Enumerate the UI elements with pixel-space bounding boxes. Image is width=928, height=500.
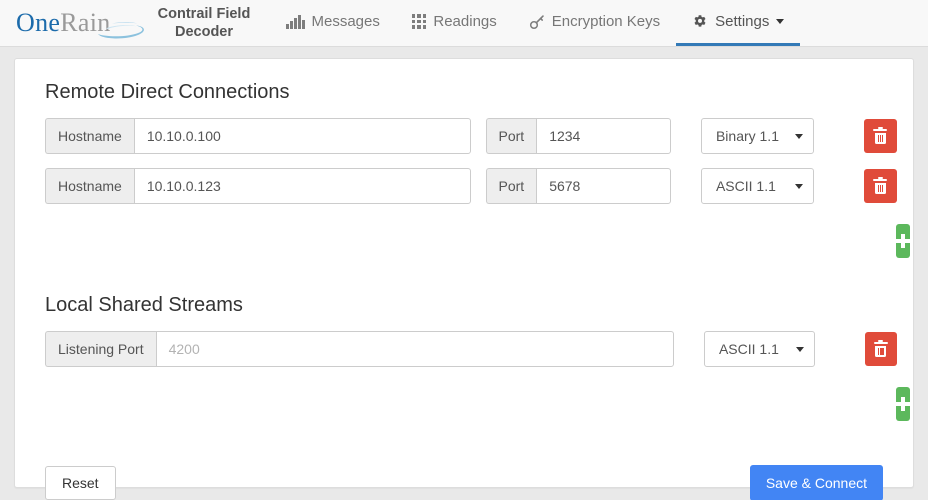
nav-item-messages[interactable]: Messages (270, 0, 396, 46)
brand-logo-one: One (16, 8, 60, 37)
remote-connection-row: Hostname 10.10.0.123 Port 5678 ASCII 1.1 (31, 168, 897, 204)
listening-port-input[interactable]: 4200 (156, 331, 674, 367)
add-local-stream-row (31, 387, 897, 421)
trash-icon (873, 179, 887, 194)
grid-icon (412, 14, 427, 29)
nav-item-readings[interactable]: Readings (396, 0, 513, 46)
bar-chart-icon (286, 15, 305, 29)
nav-item-encryption-keys-label: Encryption Keys (552, 13, 660, 30)
format-select-value: Binary 1.1 (716, 128, 779, 144)
hostname-input-group: Hostname 10.10.0.100 (45, 118, 471, 154)
save-connect-button[interactable]: Save & Connect (750, 465, 883, 500)
port-input-group: Port 5678 (486, 168, 671, 204)
trash-icon (873, 129, 887, 144)
hostname-label: Hostname (45, 168, 134, 204)
port-input-group: Port 1234 (486, 118, 671, 154)
settings-card: Remote Direct Connections Hostname 10.10… (14, 58, 914, 488)
add-connection-button[interactable] (896, 224, 910, 258)
nav-item-settings-label: Settings (715, 13, 769, 30)
listening-port-input-group: Listening Port 4200 (45, 331, 674, 367)
format-select-value: ASCII 1.1 (719, 341, 779, 357)
port-input[interactable]: 5678 (536, 168, 671, 204)
hostname-input-group: Hostname 10.10.0.123 (45, 168, 471, 204)
trash-icon (874, 342, 888, 357)
port-label: Port (486, 168, 537, 204)
add-remote-connection-row (31, 224, 897, 258)
local-section-title: Local Shared Streams (45, 294, 897, 317)
chevron-down-icon (776, 19, 784, 24)
top-navbar: OneRain Contrail Field Decoder Messages … (0, 0, 928, 47)
page-body: Remote Direct Connections Hostname 10.10… (0, 47, 928, 488)
delete-connection-button[interactable] (864, 119, 897, 153)
format-select[interactable]: Binary 1.1 (701, 118, 814, 154)
format-select-value: ASCII 1.1 (716, 178, 776, 194)
hostname-input[interactable]: 10.10.0.100 (134, 118, 471, 154)
nav-item-messages-label: Messages (312, 13, 380, 30)
brand-logo[interactable]: OneRain (8, 0, 148, 46)
remote-connection-row: Hostname 10.10.0.100 Port 1234 Binary 1.… (31, 118, 897, 154)
gear-icon (692, 14, 708, 30)
hostname-input[interactable]: 10.10.0.123 (134, 168, 471, 204)
nav-item-settings[interactable]: Settings (676, 0, 800, 46)
format-select[interactable]: ASCII 1.1 (701, 168, 814, 204)
port-input[interactable]: 1234 (536, 118, 671, 154)
format-select[interactable]: ASCII 1.1 (704, 331, 815, 367)
water-ripple-icon (92, 18, 152, 40)
listening-port-label: Listening Port (45, 331, 156, 367)
nav-items: Messages Readings Encryption Keys (270, 0, 800, 46)
reset-button[interactable]: Reset (45, 466, 116, 500)
app-title: Contrail Field Decoder (148, 0, 260, 46)
add-stream-button[interactable] (896, 387, 910, 421)
local-stream-row: Listening Port 4200 ASCII 1.1 (31, 331, 897, 367)
nav-item-encryption-keys[interactable]: Encryption Keys (513, 0, 676, 46)
card-footer: Reset Save & Connect (31, 465, 897, 500)
key-icon (529, 14, 545, 30)
port-label: Port (486, 118, 537, 154)
delete-connection-button[interactable] (864, 169, 897, 203)
chevron-down-icon (795, 184, 803, 189)
chevron-down-icon (796, 347, 804, 352)
delete-stream-button[interactable] (865, 332, 897, 366)
hostname-label: Hostname (45, 118, 134, 154)
plus-icon (896, 397, 910, 411)
chevron-down-icon (795, 134, 803, 139)
nav-item-readings-label: Readings (433, 13, 496, 30)
plus-icon (896, 234, 910, 248)
remote-section-title: Remote Direct Connections (45, 81, 897, 104)
